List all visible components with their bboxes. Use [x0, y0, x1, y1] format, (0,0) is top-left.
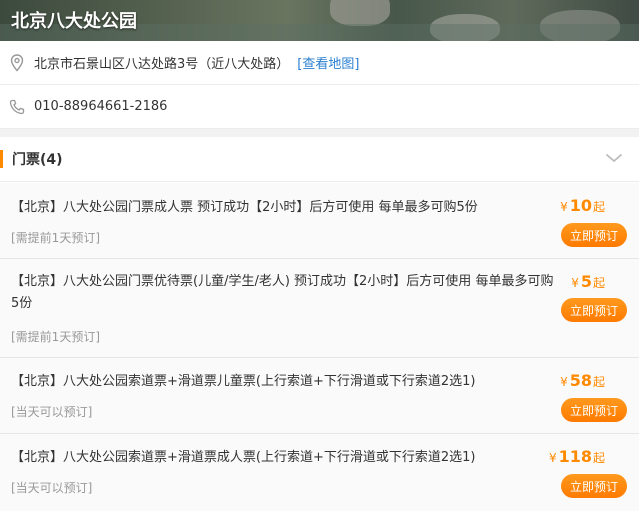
ticket-item[interactable]: 【北京】八大处公园索道票+滑道票成人票(上行索道+下行滑道或下行索道2选1) […: [0, 434, 639, 511]
address-row: 北京市石景山区八达处路3号（近八大处路） [查看地图]: [0, 41, 639, 85]
hero-banner: 北京八大处公园: [0, 0, 639, 41]
hero-rock: [330, 0, 390, 26]
ticket-item[interactable]: 【北京】八大处公园索道票+滑道票儿童票(上行索道+下行滑道或下行索道2选1) […: [0, 358, 639, 434]
phone-icon: [0, 99, 34, 115]
ticket-price: ¥58起: [560, 371, 605, 390]
ticket-price: ¥5起: [571, 272, 605, 291]
ticket-price: ¥10起: [560, 196, 605, 215]
price-value: 118: [558, 447, 592, 466]
ticket-booking-note: [需提前1天预订]: [11, 330, 100, 344]
price-unit: 起: [592, 451, 605, 465]
ticket-name: 【北京】八大处公园门票优待票(儿童/学生/老人) 预订成功【2小时】后方可使用 …: [11, 274, 554, 311]
book-now-button[interactable]: 立即预订: [561, 223, 627, 247]
chevron-down-icon[interactable]: [605, 149, 623, 168]
tickets-section-label: 门票(4): [12, 152, 63, 168]
price-value: 5: [580, 272, 592, 291]
price-unit: 起: [592, 276, 605, 290]
ticket-booking-note: [需提前1天预订]: [11, 231, 100, 245]
book-now-button[interactable]: 立即预订: [561, 398, 627, 422]
section-accent-bar: [0, 150, 3, 168]
view-map-link[interactable]: [查看地图]: [297, 53, 359, 72]
currency-symbol: ¥: [560, 200, 568, 214]
section-divider: [0, 129, 639, 137]
book-now-button[interactable]: 立即预订: [561, 298, 627, 322]
currency-symbol: ¥: [560, 375, 568, 389]
ticket-item[interactable]: 【北京】八大处公园门票优待票(儿童/学生/老人) 预订成功【2小时】后方可使用 …: [0, 259, 639, 358]
price-value: 58: [569, 371, 592, 390]
price-unit: 起: [592, 375, 605, 389]
book-now-button[interactable]: 立即预订: [561, 474, 627, 498]
ticket-item[interactable]: 【北京】八大处公园门票成人票 预订成功【2小时】后方可使用 每单最多可购5份 […: [0, 183, 639, 259]
price-unit: 起: [592, 200, 605, 214]
currency-symbol: ¥: [548, 451, 557, 465]
ticket-price: ¥118起: [549, 447, 605, 466]
page-title: 北京八大处公园: [11, 11, 137, 32]
ticket-name: 【北京】八大处公园门票成人票 预订成功【2小时】后方可使用 每单最多可购5份: [11, 200, 478, 215]
address-text: 北京市石景山区八达处路3号（近八大处路）: [34, 57, 290, 72]
location-pin-icon: [0, 53, 34, 72]
ticket-name: 【北京】八大处公园索道票+滑道票成人票(上行索道+下行滑道或下行索道2选1): [11, 450, 476, 465]
ticket-booking-note: [当天可以预订]: [11, 405, 93, 419]
currency-symbol: ¥: [571, 276, 579, 290]
tickets-section-header[interactable]: 门票(4): [0, 137, 639, 182]
price-value: 10: [569, 196, 592, 215]
ticket-name: 【北京】八大处公园索道票+滑道票儿童票(上行索道+下行滑道或下行索道2选1): [11, 374, 476, 389]
phone-row[interactable]: 010-88964661-2186: [0, 85, 639, 129]
phone-number[interactable]: 010-88964661-2186: [34, 99, 167, 114]
ticket-booking-note: [当天可以预订]: [11, 481, 93, 495]
